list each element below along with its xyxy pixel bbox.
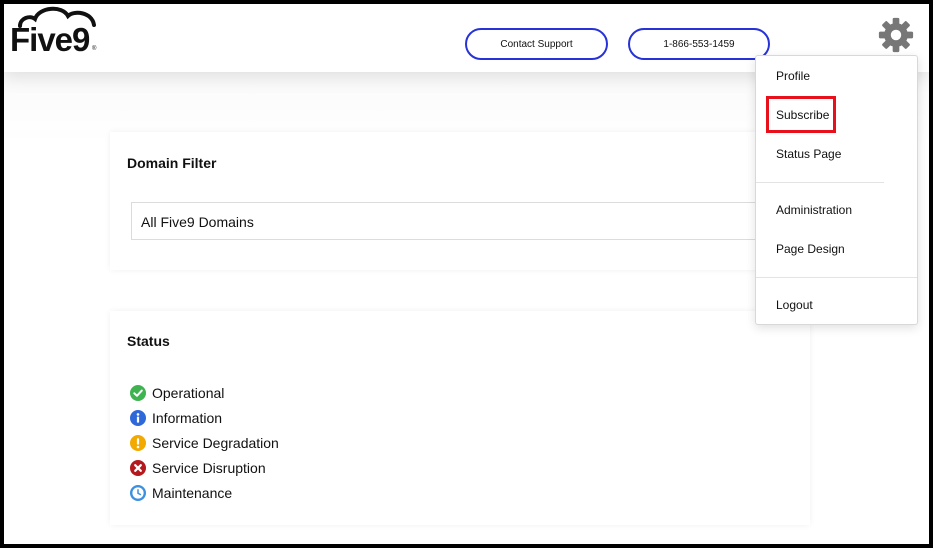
status-page: Five9 ® Contact Support 1-866-553-1459 D… (4, 4, 929, 544)
contact-support-button[interactable]: Contact Support (465, 28, 608, 60)
domain-filter-value: All Five9 Domains (141, 214, 254, 230)
domain-filter-title: Domain Filter (127, 155, 217, 171)
check-circle-icon (130, 384, 146, 401)
menu-divider (756, 277, 917, 278)
info-circle-icon (130, 409, 146, 426)
five9-logo[interactable]: Five9 ® (8, 6, 108, 62)
legend-item-information: Information (130, 405, 279, 430)
status-legend-card: Status Operational Information Service D… (110, 311, 810, 525)
phone-number-button[interactable]: 1-866-553-1459 (628, 28, 770, 60)
contact-support-label: Contact Support (500, 38, 573, 50)
gear-icon[interactable] (877, 16, 915, 54)
legend-label: Operational (152, 384, 225, 401)
menu-item-administration[interactable]: Administration (776, 203, 852, 217)
x-circle-icon (130, 459, 146, 476)
menu-item-logout[interactable]: Logout (776, 298, 813, 312)
legend-item-maintenance: Maintenance (130, 480, 279, 505)
status-legend: Operational Information Service Degradat… (130, 380, 279, 505)
legend-item-service-degradation: Service Degradation (130, 430, 279, 455)
logo-registered-mark: ® (92, 46, 97, 52)
legend-label: Service Disruption (152, 459, 266, 476)
domain-filter-card: Domain Filter All Five9 Domains (110, 132, 810, 270)
logo-text: Five9 (10, 21, 90, 58)
legend-label: Maintenance (152, 484, 233, 501)
menu-item-profile[interactable]: Profile (776, 69, 810, 83)
exclamation-circle-icon (130, 434, 146, 451)
legend-item-service-disruption: Service Disruption (130, 455, 279, 480)
subscribe-highlight-box (766, 96, 836, 133)
user-settings-menu: Profile Subscribe Status Page Administra… (755, 55, 918, 325)
legend-item-operational: Operational (130, 380, 279, 405)
legend-label: Service Degradation (152, 434, 279, 451)
phone-number-label: 1-866-553-1459 (663, 38, 735, 50)
menu-divider (756, 182, 884, 183)
legend-label: Information (152, 409, 223, 426)
menu-item-status-page[interactable]: Status Page (776, 147, 841, 161)
menu-item-page-design[interactable]: Page Design (776, 242, 845, 256)
status-title: Status (127, 333, 170, 349)
domain-filter-select[interactable]: All Five9 Domains (131, 202, 771, 240)
clock-icon (130, 484, 146, 501)
